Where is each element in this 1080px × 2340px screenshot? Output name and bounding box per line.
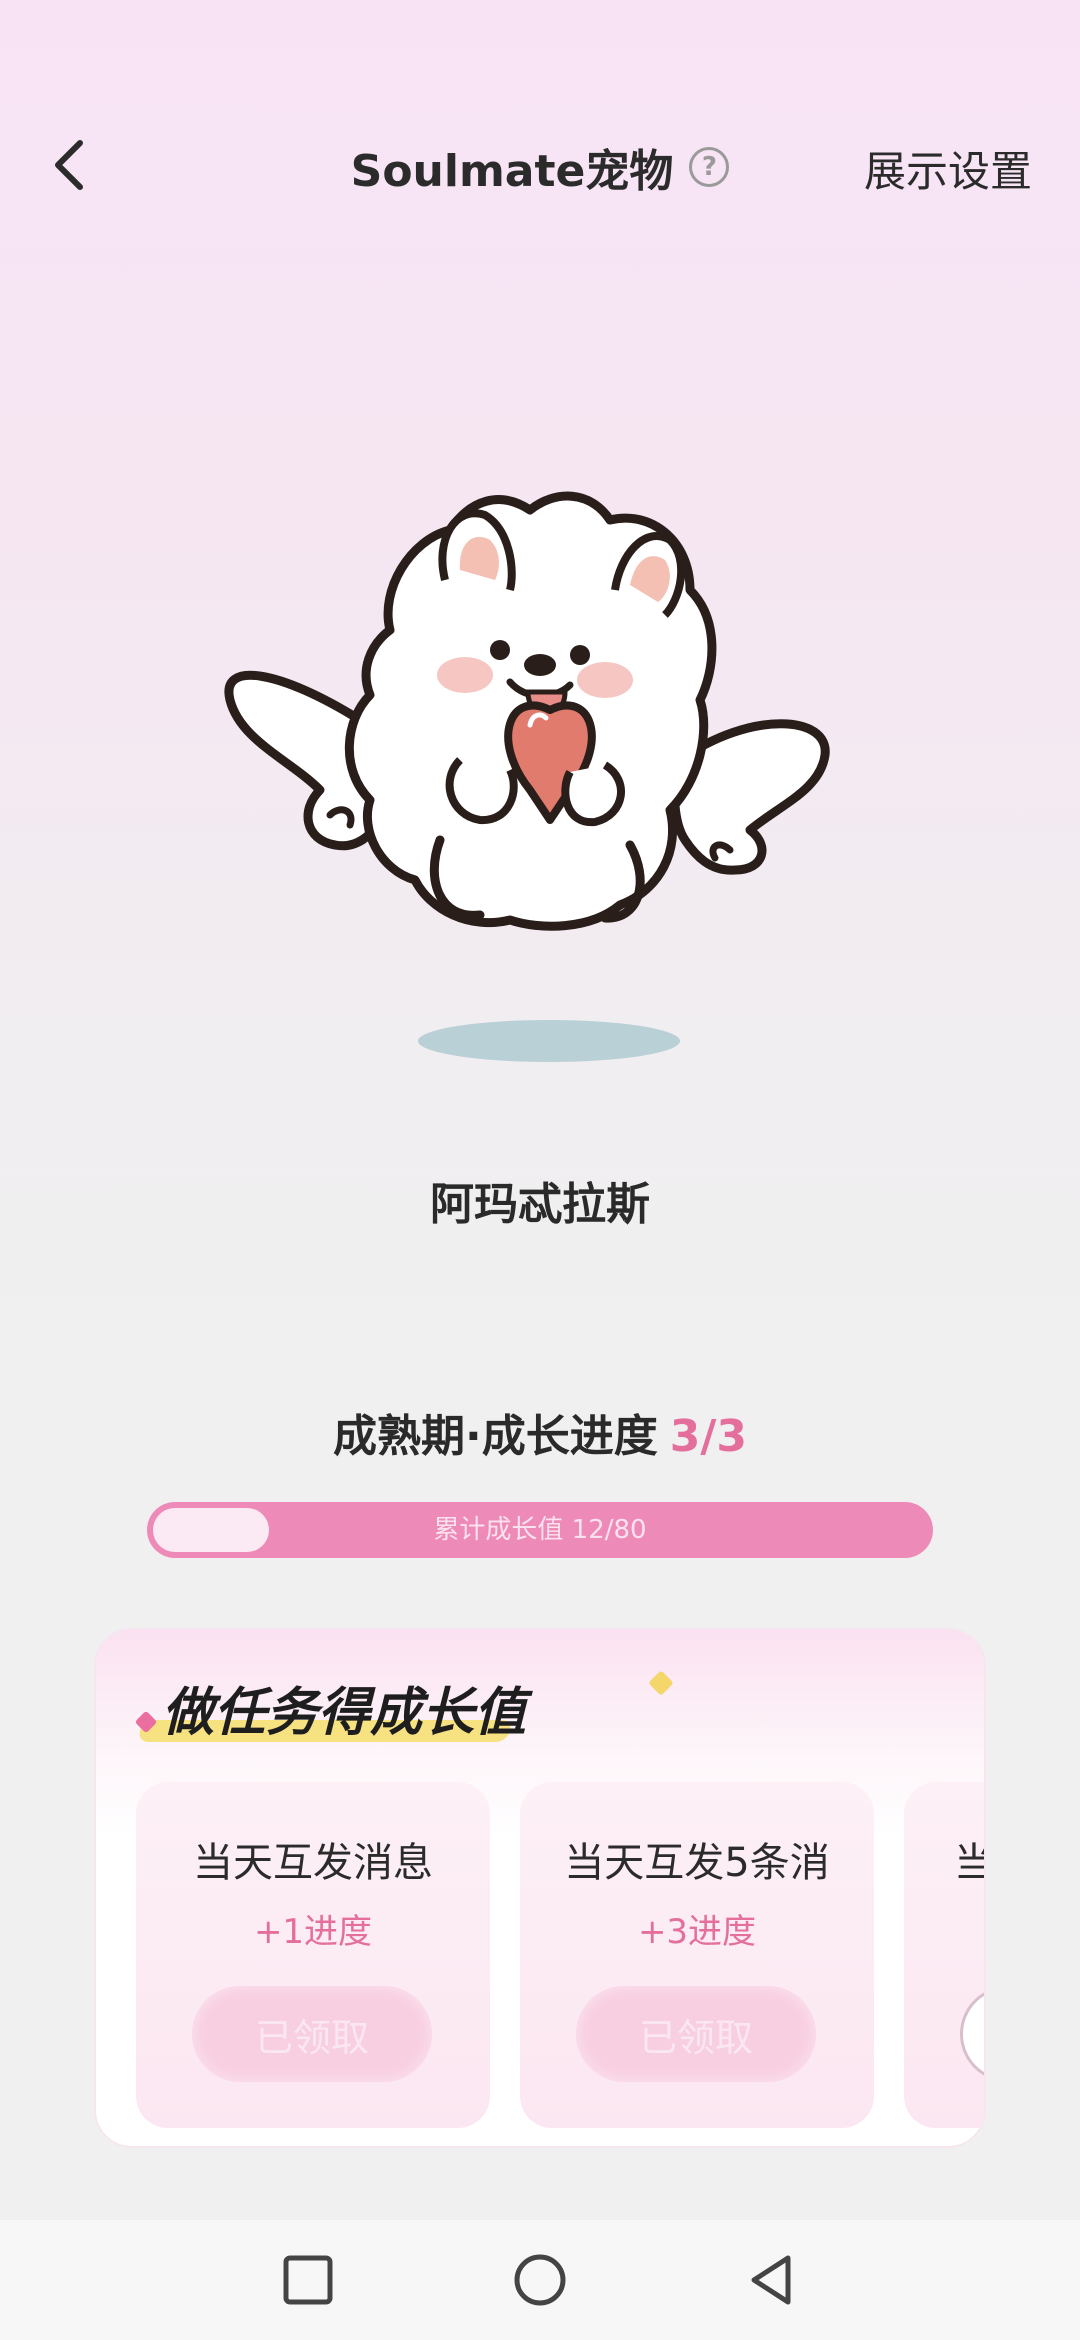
pet-shadow (418, 1020, 680, 1062)
display-settings-button[interactable]: 展示设置 (864, 138, 1032, 199)
task-reward: +1进度 (253, 1912, 373, 1952)
task-item: 当 (904, 1782, 984, 2128)
growth-stage: 成熟期·成长进度 3/3 (0, 1400, 1080, 1464)
task-reward: +3进度 (637, 1912, 757, 1952)
task-card: 做任务得成长值 当天互发消息 +1进度 已领取 当天互发5条消 +3进度 已领取… (94, 1628, 986, 2148)
square-icon (283, 2255, 333, 2305)
growth-stage-progress: 3/3 (669, 1411, 748, 1462)
task-name: 当天互发消息 (193, 1840, 433, 1886)
growth-stage-label: 成熟期·成长进度 (332, 1411, 658, 1462)
task-item: 当天互发5条消 +3进度 已领取 (520, 1782, 874, 2128)
task-list[interactable]: 当天互发消息 +1进度 已领取 当天互发5条消 +3进度 已领取 当 (136, 1782, 984, 2128)
recent-apps-button[interactable] (276, 2248, 340, 2312)
back-nav-button[interactable] (740, 2248, 804, 2312)
circle-icon (514, 2254, 566, 2306)
sparkle-icon (648, 1670, 674, 1696)
help-icon[interactable]: ? (689, 147, 730, 187)
task-name: 当天互发5条消 (564, 1840, 830, 1886)
task-name: 当 (954, 1830, 984, 1888)
triangle-back-icon (751, 2255, 791, 2305)
task-card-header: 做任务得成长值 (132, 1668, 692, 1758)
pet-name: 阿玛忒拉斯 (430, 1179, 650, 1230)
growth-progress-bar: 累计成长值 12/80 (147, 1502, 933, 1558)
system-nav-bar (0, 2220, 1080, 2340)
task-item: 当天互发消息 +1进度 已领取 (136, 1782, 490, 2128)
task-card-title: 做任务得成长值 (162, 1683, 527, 1743)
pet-samoyed-angel-icon (224, 491, 830, 931)
top-bar: Soulmate宠物 ? 展示设置 (0, 0, 1080, 240)
claimed-button[interactable]: 已领取 (192, 1986, 432, 2082)
growth-progress-text: 累计成长值 12/80 (433, 1515, 647, 1545)
page-title: Soulmate宠物 (350, 146, 674, 197)
task-action-button[interactable] (960, 1986, 984, 2082)
pet-illustration[interactable] (210, 460, 850, 1080)
claimed-button[interactable]: 已领取 (576, 1986, 816, 2082)
home-button[interactable] (508, 2248, 572, 2312)
